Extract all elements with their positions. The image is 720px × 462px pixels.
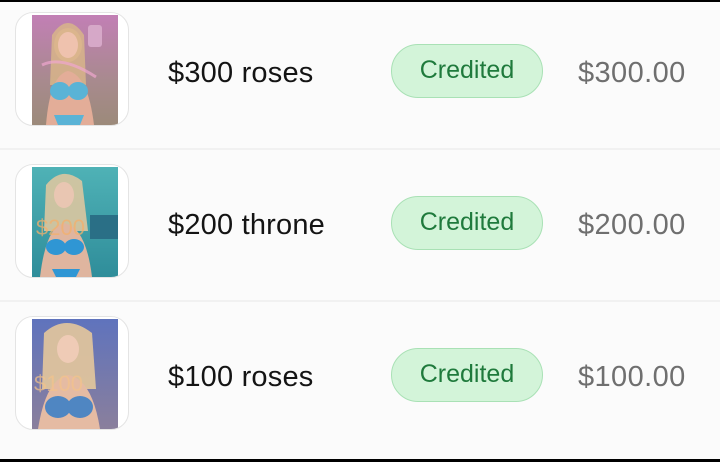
photo-thumbnail-image: $200 [32,167,118,277]
thumbnail-overlay: $100 [34,371,83,396]
photo-thumbnail[interactable]: $200 [15,164,129,278]
transaction-amount: $300.00 [578,57,686,89]
transaction-amount: $100.00 [578,361,686,393]
transaction-title: $300 roses [168,57,314,89]
transaction-list: $300 roses Credited $300.00 $200 $200 th… [0,2,720,459]
photo-thumbnail-image [32,15,118,125]
transaction-row[interactable]: $100 $100 roses Credited $100.00 [0,306,720,456]
transaction-row[interactable]: $200 $200 throne Credited $200.00 [0,154,720,304]
thumbnail-overlay: $200 [36,215,85,240]
transaction-row[interactable]: $300 roses Credited $300.00 [0,2,720,152]
photo-thumbnail-image: $100 [32,319,118,429]
row-divider [0,300,720,302]
row-divider [0,148,720,150]
photo-thumbnail[interactable]: $100 [15,316,129,430]
transaction-title: $200 throne [168,209,325,241]
status-badge: Credited [391,348,543,402]
transaction-title: $100 roses [168,361,314,393]
transaction-amount: $200.00 [578,209,686,241]
status-badge: Credited [391,44,543,98]
status-badge: Credited [391,196,543,250]
photo-thumbnail[interactable] [15,12,129,126]
